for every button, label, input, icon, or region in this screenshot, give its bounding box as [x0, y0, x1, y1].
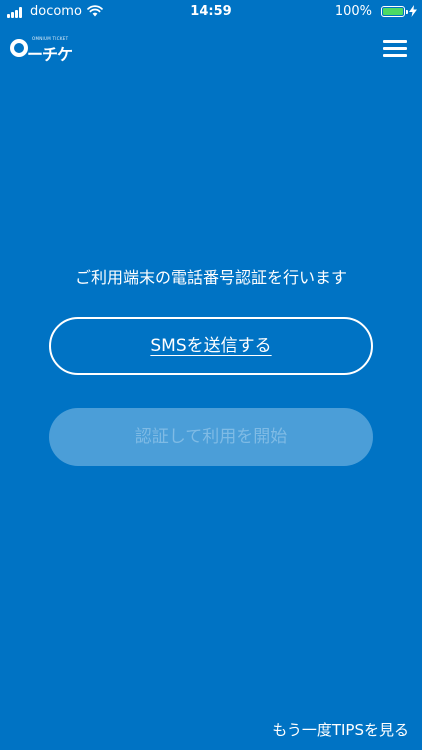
charging-bolt-icon — [409, 5, 417, 17]
verify-and-start-button: 認証して利用を開始 — [49, 408, 373, 466]
hamburger-menu-icon[interactable] — [383, 38, 407, 58]
battery-percent: 100% — [334, 4, 372, 19]
battery-level — [383, 8, 403, 15]
logo-text: ーチケ — [27, 45, 73, 64]
show-tips-again-link[interactable]: もう一度TIPSを見る — [272, 719, 409, 740]
send-sms-button[interactable]: SMSを送信する — [49, 317, 373, 375]
battery-icon — [381, 6, 408, 17]
status-bar: docomo 14:59 100% — [0, 0, 422, 26]
logo-small-text: OMNIUM TICKET — [32, 36, 69, 41]
logo-ring-icon — [10, 39, 28, 57]
verification-prompt: ご利用端末の電話番号認証を行います — [74, 268, 347, 287]
